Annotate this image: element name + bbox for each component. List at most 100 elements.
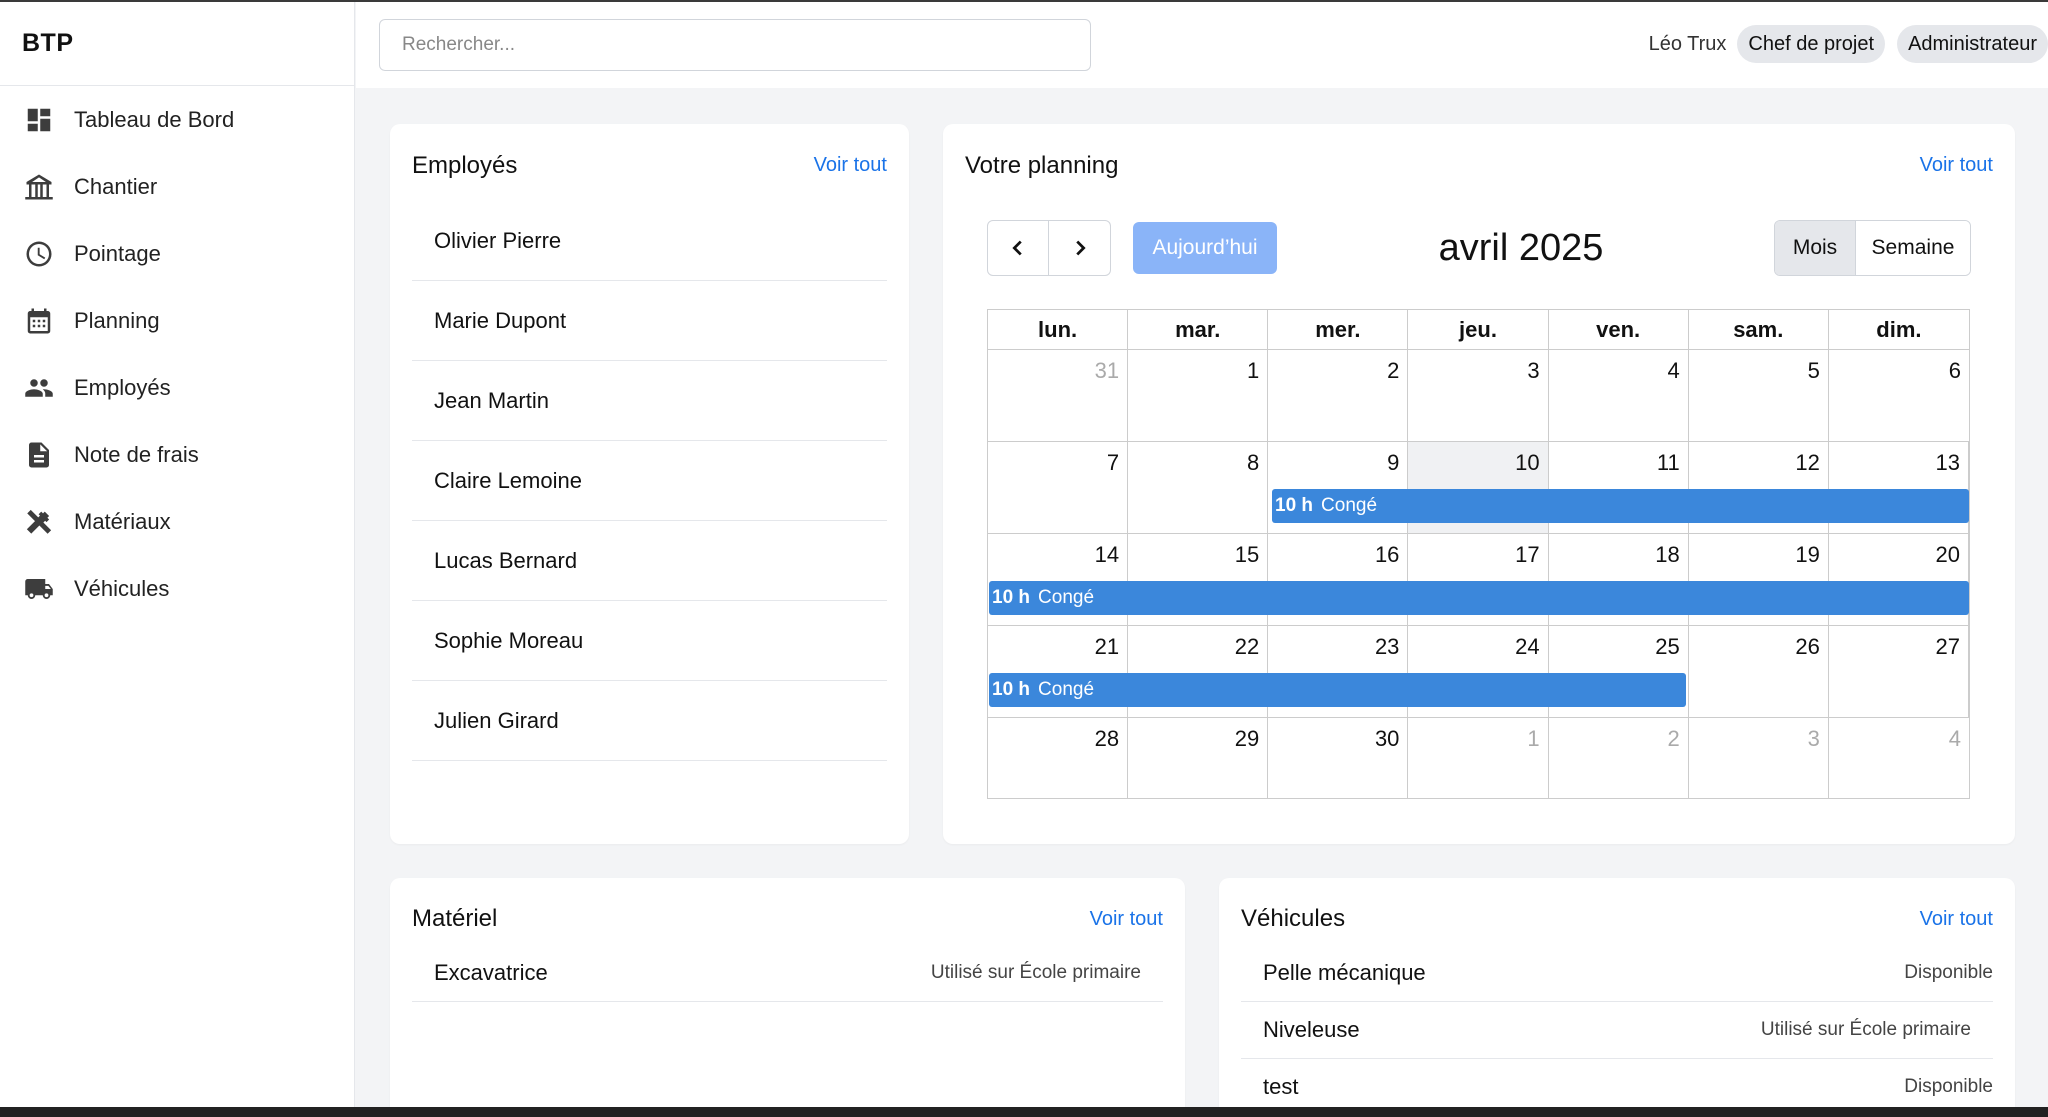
sidebar-item-chantier[interactable]: Chantier [0, 153, 354, 220]
event-time: 10 h [992, 587, 1031, 608]
weekday-label: sam. [1689, 310, 1829, 349]
calendar-week: 28 29 30 1 2 3 4 [988, 718, 1969, 798]
list-item[interactable]: Excavatrice Utilisé sur École primaire [412, 945, 1163, 1002]
sidebar-item-label: Matériaux [74, 508, 171, 534]
list-item[interactable]: Julien Girard [412, 681, 887, 761]
calendar-day[interactable]: 26 [1689, 626, 1829, 717]
user-info: Léo Trux Chef de projet Administrateur [1649, 25, 2048, 63]
list-item[interactable]: Claire Lemoine [412, 441, 887, 521]
user-name: Léo Trux [1648, 32, 1727, 55]
clock-icon [24, 239, 54, 269]
sidebar-item-label: Tableau de Bord [74, 106, 235, 132]
planning-title: Votre planning [965, 152, 1119, 179]
sidebar-item-label: Chantier [74, 173, 158, 199]
weekday-label: dim. [1876, 316, 1922, 342]
role-badge-administrateur[interactable]: Administrateur [1897, 25, 2048, 63]
list-item[interactable]: Olivier Pierre [412, 201, 887, 281]
sidebar-item-label: Planning [74, 307, 160, 333]
dashboard-icon [24, 105, 54, 135]
item-name: Pelle mécanique [1263, 960, 1426, 985]
top-header: Léo Trux Chef de projet Administrateur [356, 2, 2048, 88]
calendar-day[interactable]: 2 [1549, 718, 1689, 798]
window-bottom-bar [0, 1107, 2048, 1117]
list-item[interactable]: Lucas Bernard [412, 521, 887, 601]
event-title: Congé [1038, 587, 1095, 608]
vehicules-list: Pelle mécanique Disponible Niveleuse Uti… [1241, 945, 1993, 1116]
list-item[interactable]: Marie Dupont [412, 281, 887, 361]
event-title: Congé [1038, 679, 1095, 700]
sidebar-item-label: Employés [74, 374, 171, 400]
materiel-title: Matériel [412, 905, 498, 932]
calendar-day[interactable]: 28 [988, 718, 1129, 798]
calendar-week: 31 1 2 3 4 5 6 [988, 350, 1969, 442]
weekday-label: mar. [1128, 310, 1269, 349]
chevron-right-icon [1075, 240, 1086, 256]
search-input[interactable] [379, 19, 1091, 71]
calendar-day[interactable]: 3 [1408, 350, 1549, 441]
calendar-week: 21 22 23 24 25 26 27 10 h Congé [988, 626, 1969, 718]
prev-month-button[interactable] [987, 220, 1049, 276]
calendar-event[interactable]: 10 h Congé [1272, 489, 1969, 523]
list-item[interactable]: Sophie Moreau [412, 601, 887, 681]
item-name: Niveleuse [1263, 1017, 1360, 1042]
week-view-button[interactable]: Semaine [1855, 221, 1970, 275]
sidebar-item-vehicules[interactable]: Véhicules [0, 555, 354, 622]
calendar-day[interactable]: 29 [1128, 718, 1269, 798]
sidebar-item-employes[interactable]: Employés [0, 354, 354, 421]
role-badge-chef-de-projet[interactable]: Chef de projet [1737, 25, 1886, 63]
planning-see-all-link[interactable]: Voir tout [1920, 154, 1993, 177]
weekday-label: jeu. [1408, 310, 1549, 349]
calendar-weekday-header: lun. mar. mer. jeu. ven. sam. dim. [988, 310, 1969, 350]
chevron-left-icon [1012, 240, 1022, 256]
calendar-nav [987, 220, 1111, 276]
item-status: Utilisé sur École primaire [930, 962, 1141, 983]
calendar-day[interactable]: 6 [1829, 350, 1969, 441]
month-view-button[interactable]: Mois [1775, 221, 1855, 275]
sidebar-item-note-de-frais[interactable]: Note de frais [0, 421, 354, 488]
calendar-day[interactable]: 3 [1689, 718, 1829, 798]
calendar-day[interactable]: 7 [988, 442, 1129, 533]
sidebar-item-label: Véhicules [74, 575, 170, 601]
employees-list: Olivier Pierre Marie Dupont Jean Martin … [412, 201, 887, 761]
calendar-week: 7 8 9 10 11 12 13 10 h Congé [988, 442, 1969, 534]
calendar-day[interactable]: 30 [1268, 718, 1409, 798]
employees-see-all-link[interactable]: Voir tout [814, 154, 887, 177]
calendar-event[interactable]: 10 h Congé [989, 581, 1969, 615]
vehicules-card: Véhicules Voir tout Pelle mécanique Disp… [1219, 878, 2015, 1117]
calendar-day[interactable]: 8 [1128, 442, 1269, 533]
planning-card: Votre planning Voir tout Aujourd’hui avr… [943, 124, 2015, 844]
calendar-day[interactable]: 5 [1689, 350, 1829, 441]
weekday-label: mer. [1268, 310, 1409, 349]
vehicules-see-all-link[interactable]: Voir tout [1920, 908, 1993, 931]
view-toggle: Mois Semaine [1774, 220, 1971, 276]
item-name: Excavatrice [434, 960, 548, 985]
sidebar-item-pointage[interactable]: Pointage [0, 220, 354, 287]
calendar-day[interactable]: 27 [1829, 626, 1969, 717]
list-item[interactable]: Pelle mécanique Disponible [1241, 945, 1993, 1002]
calendar-day[interactable]: 2 [1268, 350, 1409, 441]
people-icon [24, 373, 54, 403]
calendar-day[interactable]: 4 [1549, 350, 1689, 441]
calendar-icon [24, 306, 54, 336]
vehicules-title: Véhicules [1241, 905, 1346, 932]
calendar-day[interactable]: 4 [1829, 718, 1969, 798]
calendar-month-title: avril 2025 [1438, 226, 1604, 269]
calendar-day[interactable]: 1 [1128, 350, 1269, 441]
brand-logo[interactable]: BTP [0, 2, 354, 86]
list-item[interactable]: Niveleuse Utilisé sur École primaire [1241, 1002, 1993, 1059]
calendar-event[interactable]: 10 h Congé [989, 673, 1686, 707]
calendar-day[interactable]: 1 [1408, 718, 1549, 798]
employees-card: Employés Voir tout Olivier Pierre Marie … [390, 124, 909, 844]
calendar-week: 14 15 16 17 18 19 20 10 h Congé [988, 534, 1969, 626]
list-item[interactable]: Jean Martin [412, 361, 887, 441]
materiel-see-all-link[interactable]: Voir tout [1090, 908, 1163, 931]
calendar-day[interactable]: 31 [988, 350, 1129, 441]
sidebar-item-planning[interactable]: Planning [0, 287, 354, 354]
today-button[interactable]: Aujourd’hui [1133, 222, 1277, 274]
sidebar-nav: Tableau de Bord Chantier Pointage Planni… [0, 86, 354, 622]
sidebar-item-tableau-de-bord[interactable]: Tableau de Bord [0, 86, 354, 153]
sidebar-item-materiaux[interactable]: Matériaux [0, 488, 354, 555]
employees-title: Employés [412, 152, 518, 179]
next-month-button[interactable] [1049, 220, 1111, 276]
weekday-label: lun. [988, 310, 1129, 349]
